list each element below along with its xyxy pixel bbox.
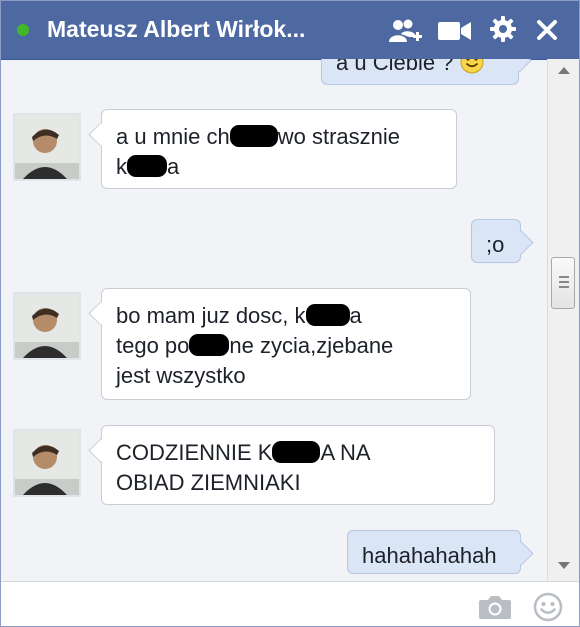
message-text-part: A NA	[320, 440, 371, 465]
avatar[interactable]	[13, 292, 81, 360]
scrollbar[interactable]	[547, 59, 579, 581]
message-text: a u Ciebie ?	[336, 59, 460, 75]
video-call-icon[interactable]	[438, 20, 472, 42]
chat-titlebar[interactable]: Mateusz Albert Wirłok...	[1, 1, 579, 60]
online-status-dot	[17, 24, 29, 36]
grip-line	[559, 281, 569, 283]
message-bubble: a u Ciebie ?	[321, 59, 519, 85]
scrollbar-thumb[interactable]	[551, 257, 575, 309]
redaction-mark	[272, 441, 321, 463]
message-text-part: a	[167, 154, 180, 179]
grip-line	[559, 286, 569, 288]
chat-window: Mateusz Albert Wirłok... a u Ciebie ? a …	[0, 0, 580, 627]
message-text-part: a u mnie ch	[116, 124, 230, 149]
message-text-part: tego po	[116, 333, 190, 358]
grip-line	[559, 276, 569, 278]
emoji-icon[interactable]	[533, 592, 563, 622]
message-bubble: bo mam juz dosc, k a tego po ne zycia,zjeb…	[101, 288, 471, 400]
redaction-mark	[305, 304, 350, 326]
message-bubble: ;o	[471, 219, 521, 263]
redaction-mark	[229, 125, 278, 147]
avatar[interactable]	[13, 113, 81, 181]
message-text-part: wo strasznie	[277, 124, 401, 149]
message-text-part: jest wszystko	[116, 363, 246, 388]
avatar[interactable]	[13, 429, 81, 497]
message-text: ;o	[486, 232, 505, 257]
redaction-mark	[189, 334, 230, 356]
close-icon[interactable]	[536, 19, 558, 41]
smiley-emoji-icon	[460, 59, 484, 82]
message-composer[interactable]	[1, 581, 579, 626]
add-friend-icon[interactable]	[389, 18, 423, 44]
message-text-part: CODZIENNIE K	[116, 440, 273, 465]
gear-icon[interactable]	[490, 16, 516, 42]
message-bubble: a u mnie ch wo strasznie k a	[101, 109, 457, 189]
scroll-down-arrow-icon[interactable]	[558, 562, 570, 569]
camera-icon[interactable]	[478, 594, 512, 620]
redaction-mark	[127, 155, 167, 177]
message-text-part: a	[349, 303, 362, 328]
chat-title[interactable]: Mateusz Albert Wirłok...	[47, 16, 305, 43]
message-bubble: hahahahahah	[347, 530, 521, 574]
message-bubble: CODZIENNIE K A NA OBIAD ZIEMNIAKI	[101, 425, 495, 505]
message-text-part: ne zycia,zjebane	[229, 333, 394, 358]
message-text-part: bo mam juz dosc, k	[116, 303, 306, 328]
message-text: hahahahahah	[362, 543, 497, 568]
scroll-up-arrow-icon[interactable]	[558, 67, 570, 74]
message-text-part: k	[116, 154, 127, 179]
message-list[interactable]: a u Ciebie ? a u mnie ch wo strasznie k …	[1, 59, 547, 581]
message-text-part: OBIAD ZIEMNIAKI	[116, 470, 301, 495]
